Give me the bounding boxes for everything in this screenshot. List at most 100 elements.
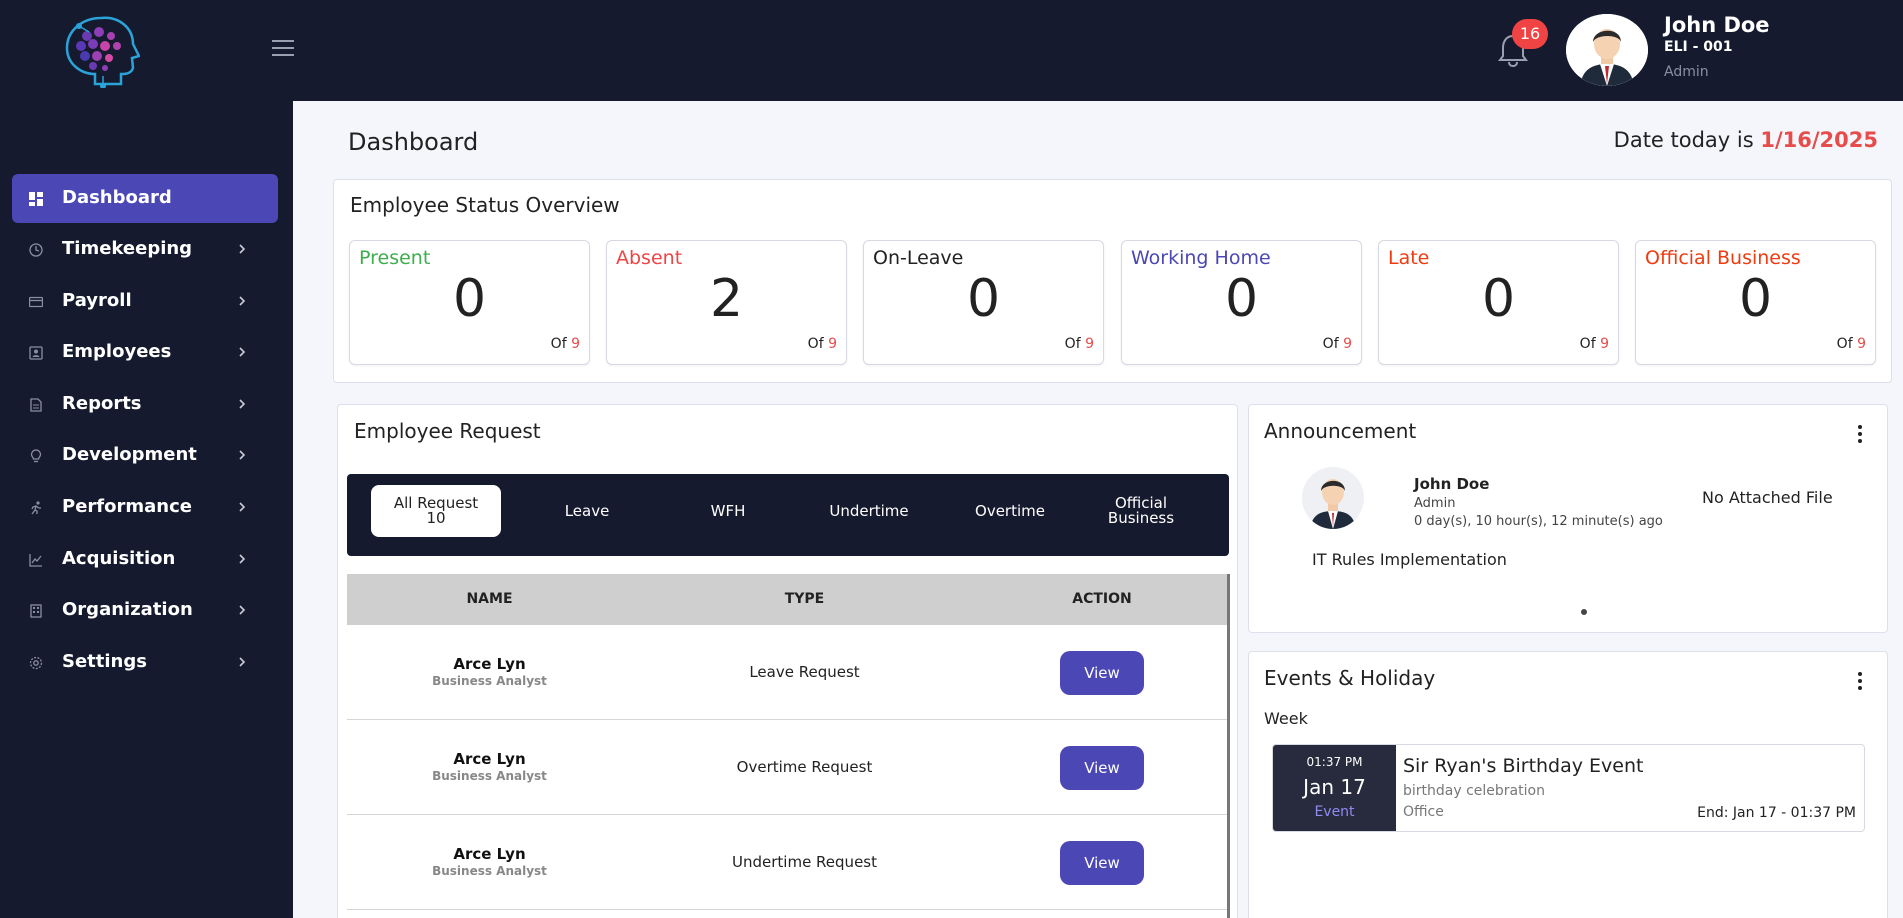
sidebar-item-label: Acquisition <box>62 548 176 569</box>
announcement-title: Announcement <box>1264 419 1417 443</box>
chevron-right-icon <box>239 399 246 409</box>
announcement-menu-icon[interactable] <box>1856 425 1864 445</box>
announcement-author: John Doe <box>1414 475 1490 493</box>
tab-undertime[interactable]: Undertime <box>804 485 934 537</box>
status-count: 0 <box>1224 269 1259 329</box>
status-overview-title: Employee Status Overview <box>350 193 620 217</box>
chevron-right-icon <box>239 502 246 512</box>
announcement-subject: IT Rules Implementation <box>1312 550 1507 569</box>
brain-logo-icon[interactable] <box>55 12 141 89</box>
request-type: Leave Request <box>749 663 860 681</box>
event-location: Office <box>1403 804 1444 820</box>
requester-name: Arce Lyn <box>453 750 526 768</box>
status-total: Of 9 <box>1580 336 1609 352</box>
column-header-type[interactable]: TYPE <box>632 591 977 607</box>
tab-overtime[interactable]: Overtime <box>945 485 1075 537</box>
event-item[interactable]: 01:37 PM Jan 17 Event Sir Ryan's Birthda… <box>1272 744 1865 832</box>
date-prefix: Date today is <box>1613 128 1754 152</box>
sidebar-item-label: Settings <box>62 651 147 672</box>
menu-toggle-icon[interactable] <box>272 40 294 58</box>
of-label: Of <box>1064 336 1081 352</box>
status-count: 0 <box>966 269 1001 329</box>
status-card-present[interactable]: Present 0 Of 9 <box>349 240 590 365</box>
request-tabs: All Request 10 Leave WFH Undertime Overti… <box>347 474 1229 556</box>
total-value: 9 <box>828 336 837 352</box>
sidebar-item-label: Organization <box>62 599 193 620</box>
status-label: Absent <box>616 247 683 269</box>
tab-all-request[interactable]: All Request 10 <box>371 485 501 537</box>
announcement-time: 0 day(s), 10 hour(s), 12 minute(s) ago <box>1414 514 1663 529</box>
page-title: Dashboard <box>348 128 479 156</box>
event-kind: Event <box>1314 804 1355 820</box>
tab-leave[interactable]: Leave <box>522 485 652 537</box>
table-row: Arce Lyn Business Analyst Overtime Reque… <box>347 720 1229 815</box>
events-period: Week <box>1264 709 1308 728</box>
status-label: Official Business <box>1645 247 1801 269</box>
of-label: Of <box>1322 336 1339 352</box>
sidebar-item-timekeeping[interactable]: Timekeeping <box>12 225 278 274</box>
id-badge-icon <box>29 346 43 360</box>
column-header-name[interactable]: NAME <box>347 591 632 607</box>
chevron-right-icon <box>239 296 246 306</box>
sidebar-item-label: Payroll <box>62 290 132 311</box>
sidebar-item-acquisition[interactable]: Acquisition <box>12 535 278 584</box>
tab-official-business[interactable]: Official Business <box>1091 485 1191 537</box>
running-icon <box>31 501 41 515</box>
tab-wfh[interactable]: WFH <box>663 485 793 537</box>
status-card-official-business[interactable]: Official Business 0 Of 9 <box>1635 240 1876 365</box>
status-label: On-Leave <box>873 247 964 269</box>
status-label: Working Home <box>1131 247 1271 269</box>
status-count: 0 <box>1738 269 1773 329</box>
event-end: End: Jan 17 - 01:37 PM <box>1697 805 1856 821</box>
of-label: Of <box>807 336 824 352</box>
status-card-absent[interactable]: Absent 2 Of 9 <box>606 240 847 365</box>
sidebar-item-label: Employees <box>62 341 172 362</box>
events-menu-icon[interactable] <box>1856 672 1864 692</box>
sidebar-item-settings[interactable]: Settings <box>12 638 278 687</box>
carousel-dot[interactable] <box>1581 609 1587 615</box>
event-date-block: 01:37 PM Jan 17 Event <box>1273 745 1396 831</box>
view-button[interactable]: View <box>1060 841 1144 885</box>
sidebar-item-payroll[interactable]: Payroll <box>12 277 278 326</box>
sidebar: Dashboard Timekeeping Payroll Employees … <box>0 101 293 918</box>
requester-name: Arce Lyn <box>453 845 526 863</box>
status-card-on-leave[interactable]: On-Leave 0 Of 9 <box>863 240 1104 365</box>
sidebar-item-dashboard[interactable]: Dashboard <box>12 174 278 223</box>
top-bar: 16 John Doe ELI - 001 Admin <box>0 0 1903 101</box>
events-title: Events & Holiday <box>1264 666 1436 690</box>
status-count: 2 <box>709 269 744 329</box>
requester-role: Business Analyst <box>432 864 547 878</box>
requester-role: Business Analyst <box>432 769 547 783</box>
status-card-late[interactable]: Late 0 Of 9 <box>1378 240 1619 365</box>
sidebar-item-organization[interactable]: Organization <box>12 586 278 635</box>
user-avatar[interactable] <box>1566 14 1648 86</box>
sidebar-item-label: Performance <box>62 496 192 517</box>
sidebar-item-development[interactable]: Development <box>12 431 278 480</box>
total-value: 9 <box>1600 336 1609 352</box>
status-card-working-home[interactable]: Working Home 0 Of 9 <box>1121 240 1362 365</box>
event-time: 01:37 PM <box>1306 755 1363 769</box>
chevron-right-icon <box>239 605 246 615</box>
gear-icon <box>29 656 43 670</box>
sidebar-item-reports[interactable]: Reports <box>12 380 278 429</box>
announcement-attachment: No Attached File <box>1702 488 1833 507</box>
sidebar-item-employees[interactable]: Employees <box>12 328 278 377</box>
view-button[interactable]: View <box>1060 651 1144 695</box>
sidebar-item-label: Dashboard <box>62 187 172 208</box>
table-row: Arce Lyn Business Analyst Undertime Requ… <box>347 815 1229 910</box>
sidebar-item-performance[interactable]: Performance <box>12 483 278 532</box>
status-count: 0 <box>1481 269 1516 329</box>
employee-request-title: Employee Request <box>354 419 541 443</box>
status-count: 0 <box>452 269 487 329</box>
tab-count: 10 <box>426 509 446 527</box>
total-value: 9 <box>571 336 580 352</box>
dashboard-icon <box>29 192 43 206</box>
table-scrollbar[interactable] <box>1227 574 1230 918</box>
event-date: Jan 17 <box>1303 775 1366 799</box>
status-total: Of 9 <box>1837 336 1866 352</box>
column-header-action[interactable]: ACTION <box>977 591 1227 607</box>
user-role: Admin <box>1664 64 1709 80</box>
notification-count-badge[interactable]: 16 <box>1512 19 1548 49</box>
status-total: Of 9 <box>808 336 837 352</box>
view-button[interactable]: View <box>1060 746 1144 790</box>
